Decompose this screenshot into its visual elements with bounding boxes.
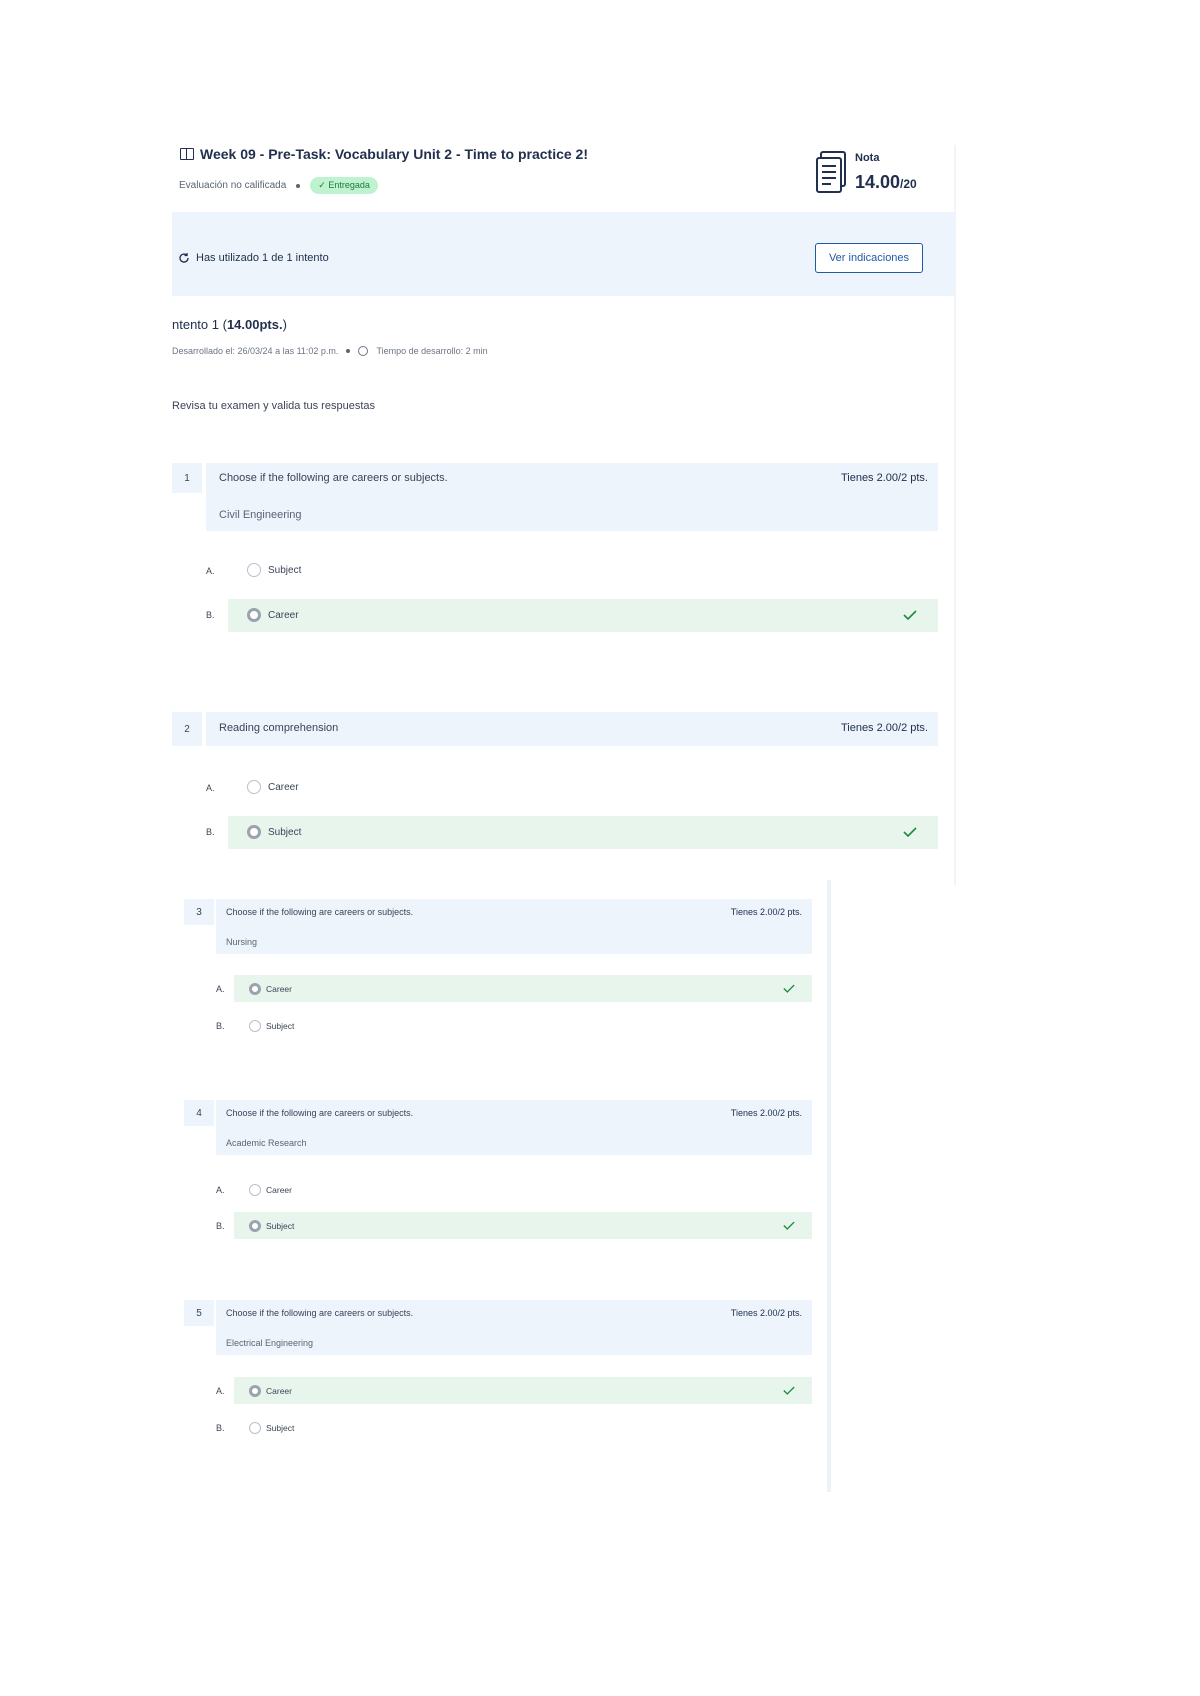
option-letter: A. xyxy=(216,1386,225,1396)
check-icon xyxy=(903,610,917,620)
option-letter: B. xyxy=(216,1423,225,1433)
attempt-title: ntento 1 (14.00pts.) xyxy=(172,317,287,332)
option-a-radio[interactable] xyxy=(249,1184,261,1196)
grade-total: /20 xyxy=(900,177,917,191)
question-subject: Academic Research xyxy=(226,1138,307,1148)
option-letter: A. xyxy=(206,566,215,576)
option-label: Career xyxy=(268,610,299,621)
question-points: Tienes 2.00/2 pts. xyxy=(840,472,928,484)
developed-date: Desarrollado el: 26/03/24 a las 11:02 p.… xyxy=(172,346,339,356)
option-b-radio[interactable] xyxy=(247,608,261,622)
option-letter: A. xyxy=(216,1185,225,1195)
option-label: Career xyxy=(266,1386,292,1396)
option-a-radio[interactable] xyxy=(247,780,261,794)
attempt-title-prefix: ntento 1 ( xyxy=(172,317,227,332)
question-text: Choose if the following are careers or s… xyxy=(219,472,448,484)
option-label: Career xyxy=(266,984,292,994)
assignment-title: Week 09 - Pre-Task: Vocabulary Unit 2 - … xyxy=(200,146,588,162)
option-a-radio[interactable] xyxy=(249,983,261,995)
status-badge: ✓ Entregada xyxy=(310,177,378,194)
question-number: 1 xyxy=(172,463,202,493)
option-label: Subject xyxy=(268,565,302,576)
option-a-radio[interactable] xyxy=(247,563,261,577)
question-number: 4 xyxy=(184,1100,214,1126)
option-letter: B. xyxy=(216,1221,225,1231)
option-letter: A. xyxy=(206,783,215,793)
option-label: Subject xyxy=(266,1423,295,1433)
option-b-radio[interactable] xyxy=(247,825,261,839)
page-title: Week 09 - Pre-Task: Vocabulary Unit 2 - … xyxy=(180,146,588,162)
option-label: Career xyxy=(268,782,299,793)
question-text: Choose if the following are careers or s… xyxy=(226,1108,414,1118)
grade-label: Nota xyxy=(855,152,880,164)
option-letter: B. xyxy=(216,1021,225,1031)
correct-option-row xyxy=(228,816,938,849)
duration: Tiempo de desarrollo: 2 min xyxy=(376,346,488,356)
attempt-meta: Desarrollado el: 26/03/24 a las 11:02 p.… xyxy=(172,346,488,356)
option-label: Career xyxy=(266,1185,292,1195)
book-icon xyxy=(180,148,194,160)
question-text: Reading comprehension xyxy=(219,722,339,734)
question-subject: Civil Engineering xyxy=(219,509,302,521)
option-b-radio[interactable] xyxy=(249,1220,261,1232)
question-number: 5 xyxy=(184,1300,214,1326)
option-label: Subject xyxy=(266,1221,295,1231)
question-points: Tienes 2.00/2 pts. xyxy=(730,1308,802,1318)
question-text: Choose if the following are careers or s… xyxy=(226,1308,414,1318)
option-letter: A. xyxy=(216,984,225,994)
attempts-used: Has utilizado 1 de 1 intento xyxy=(178,252,329,264)
option-letter: B. xyxy=(206,827,215,837)
document-grade-icon xyxy=(816,151,846,193)
option-a-radio[interactable] xyxy=(249,1385,261,1397)
page-divider xyxy=(827,880,831,1492)
correct-option-row xyxy=(228,599,938,632)
correct-option-row xyxy=(234,1212,812,1239)
option-b-radio[interactable] xyxy=(249,1422,261,1434)
attempt-score: 14.00pts. xyxy=(226,317,283,332)
check-icon xyxy=(783,1386,795,1395)
correct-option-row xyxy=(234,975,812,1002)
grade-score: 14.00 xyxy=(855,172,901,192)
option-letter: B. xyxy=(206,610,215,620)
attempts-text: Has utilizado 1 de 1 intento xyxy=(196,252,329,264)
separator-dot xyxy=(346,349,351,353)
question-subject: Nursing xyxy=(226,937,258,947)
review-instructions: Revisa tu examen y valida tus respuestas xyxy=(172,400,375,412)
question-number: 2 xyxy=(172,712,202,746)
question-text: Choose if the following are careers or s… xyxy=(226,907,414,917)
question-points: Tienes 2.00/2 pts. xyxy=(840,722,928,734)
check-icon xyxy=(903,827,917,837)
evaluation-type: Evaluación no calificada xyxy=(179,180,287,191)
attempt-title-suffix: ) xyxy=(282,317,287,332)
question-points: Tienes 2.00/2 pts. xyxy=(730,1108,802,1118)
option-b-radio[interactable] xyxy=(249,1020,261,1032)
retry-icon xyxy=(179,253,189,263)
clock-icon xyxy=(358,346,369,356)
separator-dot xyxy=(296,183,301,188)
evaluation-info: Evaluación no calificada ✓ Entregada xyxy=(179,177,378,194)
view-instructions-button[interactable]: Ver indicaciones xyxy=(815,243,923,273)
grade-value: 14.00/20 xyxy=(855,172,917,193)
option-label: Subject xyxy=(268,827,302,838)
check-icon xyxy=(783,1221,795,1230)
option-label: Subject xyxy=(266,1021,295,1031)
question-number: 3 xyxy=(184,899,214,925)
question-subject: Electrical Engineering xyxy=(226,1338,314,1348)
question-points: Tienes 2.00/2 pts. xyxy=(730,907,802,917)
correct-option-row xyxy=(234,1377,812,1404)
check-icon xyxy=(783,984,795,993)
